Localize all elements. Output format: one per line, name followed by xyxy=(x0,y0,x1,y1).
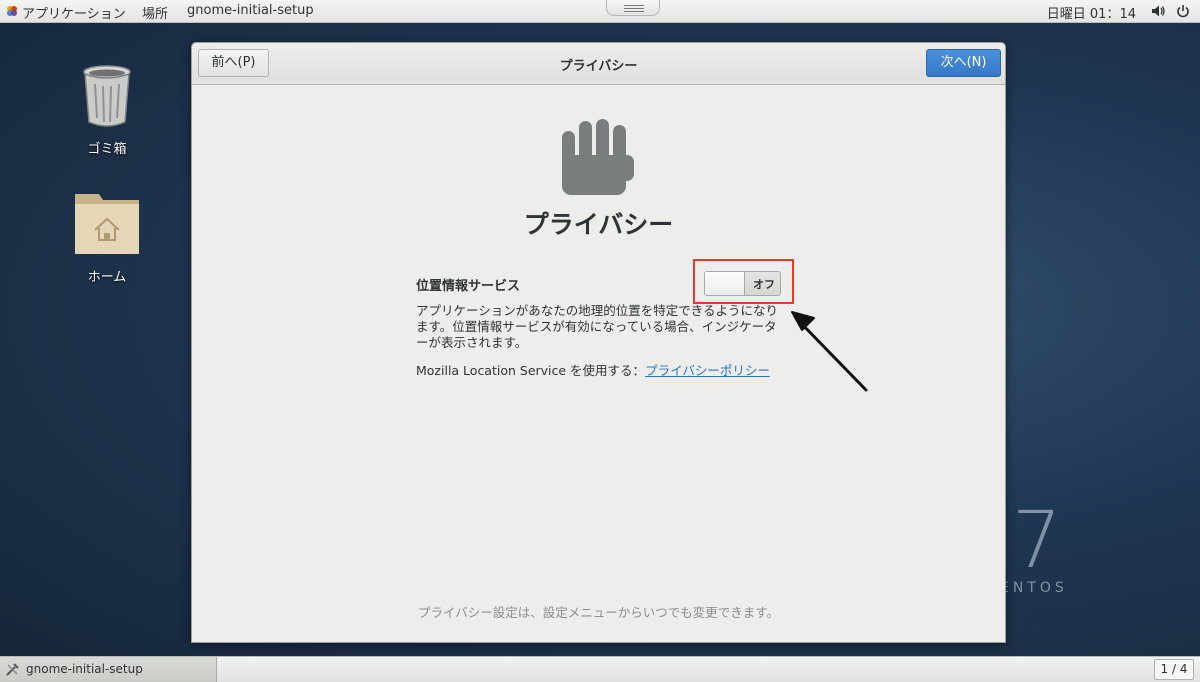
home-folder-icon xyxy=(75,194,139,254)
window-title: プライバシー xyxy=(559,59,638,74)
window-list-handle[interactable] xyxy=(606,0,660,16)
initial-setup-window: 前へ(P) プライバシー 次へ(N) プライバシー 位置情報サービス オフ アプ… xyxy=(191,42,1006,643)
volume-icon[interactable] xyxy=(1151,4,1165,18)
page-title: プライバシー xyxy=(523,210,674,239)
workspace-pager[interactable]: 1 / 4 xyxy=(1154,659,1194,680)
bottom-bar: gnome-initial-setup 1 / 4 xyxy=(0,656,1200,682)
centos-watermark-text: ENTOS xyxy=(1000,580,1068,596)
centos-watermark-number: 7 xyxy=(1012,496,1062,586)
desktop-trash[interactable]: ゴミ箱 xyxy=(62,64,152,157)
applications-menu-icon[interactable] xyxy=(6,5,18,17)
desktop-home[interactable]: ホーム xyxy=(62,188,152,285)
next-button[interactable]: 次へ(N) xyxy=(926,49,1001,77)
setup-tools-icon xyxy=(6,663,19,676)
top-bar: アプリケーション 場所 gnome-initial-setup 日曜日 01：1… xyxy=(0,0,1200,23)
privacy-settings-note: プライバシー設定は、設定メニューからいつでも変更できます。 xyxy=(417,605,779,620)
privacy-policy-link[interactable]: プライバシーポリシー xyxy=(645,363,770,378)
red-annotation-box xyxy=(693,259,794,304)
power-icon[interactable] xyxy=(1176,4,1190,18)
home-label: ホーム xyxy=(87,270,127,285)
places-menu[interactable]: 場所 xyxy=(142,3,168,22)
clock[interactable]: 日曜日 01：14 xyxy=(1047,3,1136,22)
mozilla-location-text: Mozilla Location Service を使用する： xyxy=(416,363,646,378)
active-app-menu[interactable]: gnome-initial-setup xyxy=(187,3,314,18)
applications-menu[interactable]: アプリケーション xyxy=(22,3,126,22)
trash-icon xyxy=(83,65,131,127)
annotation-arrow-icon xyxy=(791,311,868,392)
trash-label: ゴミ箱 xyxy=(87,142,127,157)
header-bar: 前へ(P) プライバシー 次へ(N) xyxy=(192,43,1005,85)
taskbar-window-label: gnome-initial-setup xyxy=(26,662,143,676)
location-services-label: 位置情報サービス xyxy=(416,279,521,294)
privacy-hand-icon xyxy=(562,119,634,195)
taskbar-window-button[interactable]: gnome-initial-setup xyxy=(0,657,217,682)
mozilla-location-line: Mozilla Location Service を使用する：プライバシーポリシ… xyxy=(416,360,770,379)
location-description: アプリケーションがあなたの地理的位置を特定できるようになります。位置情報サービス… xyxy=(416,303,779,350)
